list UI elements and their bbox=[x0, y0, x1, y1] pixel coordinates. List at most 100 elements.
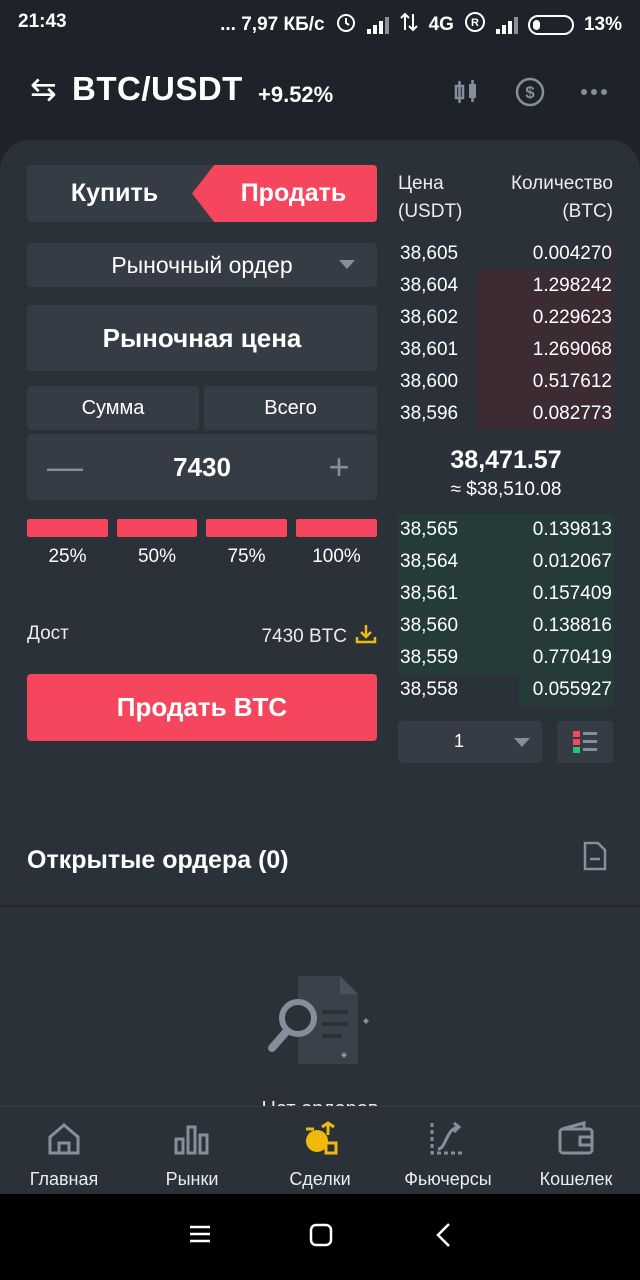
percent-label-25[interactable]: 25% bbox=[27, 546, 108, 568]
depth-value: 1 bbox=[454, 731, 465, 751]
bid-price: 38,560 bbox=[400, 615, 459, 636]
open-orders-title: Открытые ордера (0) bbox=[27, 846, 289, 874]
nav-wallet-label: Кошелек bbox=[539, 1169, 613, 1189]
header: ⇆ BTC/USDT +9.52% $ bbox=[0, 44, 640, 140]
percent-bar-50[interactable] bbox=[117, 519, 197, 537]
svg-text:$: $ bbox=[525, 83, 535, 102]
ask-row[interactable]: 38,605 0.004270 bbox=[398, 238, 614, 270]
pair-title[interactable]: BTC/USDT bbox=[72, 70, 243, 108]
candlestick-chart-icon[interactable] bbox=[446, 72, 486, 112]
markets-icon bbox=[174, 1125, 209, 1155]
percent-label-100[interactable]: 100% bbox=[296, 546, 377, 568]
ask-price: 38,600 bbox=[400, 371, 459, 392]
ask-price: 38,601 bbox=[400, 339, 459, 360]
last-price: 38,471.57 bbox=[450, 446, 562, 474]
ask-row[interactable]: 38,601 1.269068 bbox=[398, 334, 614, 366]
percent-bar-100[interactable] bbox=[296, 519, 377, 537]
back-icon[interactable] bbox=[434, 1222, 454, 1253]
network-speed: ... 7,97 КБ/с bbox=[220, 14, 325, 35]
bid-row[interactable]: 38,560 0.138816 bbox=[398, 610, 614, 642]
trades-icon bbox=[306, 1121, 338, 1155]
battery-icon bbox=[527, 15, 574, 35]
tab-sell[interactable]: Продать bbox=[192, 165, 377, 222]
home-button-icon[interactable] bbox=[308, 1222, 334, 1253]
bid-row[interactable]: 38,565 0.139813 bbox=[398, 514, 614, 546]
menu-icon[interactable] bbox=[188, 1222, 212, 1251]
qty-header: Количество (BTC) bbox=[511, 170, 613, 226]
ask-quantity: 1.269068 bbox=[532, 339, 612, 360]
percent-bar-75[interactable] bbox=[206, 519, 287, 537]
last-price-usd: ≈ $38,510.08 bbox=[450, 479, 562, 500]
order-history-icon[interactable] bbox=[582, 840, 608, 877]
bid-row[interactable]: 38,564 0.012067 bbox=[398, 546, 614, 578]
signal-icon bbox=[366, 16, 389, 34]
system-nav-bar bbox=[0, 1194, 640, 1280]
ask-quantity: 0.004270 bbox=[532, 243, 612, 264]
qty-header-unit: (BTC) bbox=[562, 201, 613, 222]
ask-row[interactable]: 38,602 0.229623 bbox=[398, 302, 614, 334]
ask-price: 38,602 bbox=[400, 307, 459, 328]
nav-trades[interactable]: Сделки bbox=[256, 1107, 384, 1195]
price-header-unit: (USDT) bbox=[398, 201, 463, 222]
home-icon bbox=[48, 1123, 80, 1155]
empty-search-icon bbox=[262, 970, 382, 1075]
order-type-select[interactable]: Рыночный ордер bbox=[27, 243, 377, 287]
nav-trades-label: Сделки bbox=[289, 1169, 351, 1189]
nav-wallet[interactable]: Кошелек bbox=[512, 1107, 640, 1195]
signal-icon-2 bbox=[495, 16, 518, 34]
bid-row[interactable]: 38,559 0.770419 bbox=[398, 642, 614, 674]
segment-amount[interactable]: Сумма bbox=[27, 386, 199, 430]
nav-futures[interactable]: Фьючерсы bbox=[384, 1107, 512, 1195]
plus-icon[interactable]: + bbox=[319, 446, 359, 488]
bid-quantity: 0.138816 bbox=[532, 615, 612, 636]
ask-price: 38,596 bbox=[400, 403, 459, 424]
more-icon[interactable] bbox=[574, 72, 614, 112]
ask-price: 38,604 bbox=[400, 275, 459, 296]
bottom-nav: Главная Рынки Сделки Фьючерсы Кошелек bbox=[0, 1106, 640, 1194]
depth-select[interactable]: 1 bbox=[398, 721, 542, 763]
nav-home[interactable]: Главная bbox=[0, 1107, 128, 1195]
bid-quantity: 0.770419 bbox=[532, 647, 612, 668]
percent-label-75[interactable]: 75% bbox=[206, 546, 287, 568]
registered-icon: R bbox=[464, 11, 486, 39]
bid-quantity: 0.139813 bbox=[532, 519, 612, 540]
status-bar: 21:43 ... 7,97 КБ/с 4G R 13% bbox=[0, 0, 640, 44]
chevron-down-icon bbox=[514, 738, 530, 747]
price-change: +9.52% bbox=[258, 82, 334, 107]
chevron-down-icon bbox=[339, 260, 355, 269]
bid-quantity: 0.157409 bbox=[532, 583, 612, 604]
dollar-icon[interactable]: $ bbox=[510, 72, 550, 112]
available-value: 7430 BTC bbox=[261, 626, 347, 647]
ask-row[interactable]: 38,604 1.298242 bbox=[398, 270, 614, 302]
trade-panel: Купить Продать Рыночный ордер Рыночная ц… bbox=[0, 140, 640, 1110]
ask-quantity: 1.298242 bbox=[532, 275, 612, 296]
bid-price: 38,564 bbox=[400, 551, 459, 572]
sell-button[interactable]: Продать BTC bbox=[27, 674, 377, 741]
market-price-label: Рыночная цена bbox=[102, 322, 302, 353]
amount-input[interactable]: 7430 bbox=[173, 452, 231, 483]
percent-bar-25[interactable] bbox=[27, 519, 108, 537]
ask-price: 38,605 bbox=[400, 243, 459, 264]
segment-total[interactable]: Всего bbox=[204, 386, 377, 430]
download-icon[interactable] bbox=[355, 623, 377, 651]
tab-buy[interactable]: Купить bbox=[27, 165, 202, 222]
ask-row[interactable]: 38,596 0.082773 bbox=[398, 398, 614, 430]
minus-icon[interactable]: — bbox=[45, 446, 85, 488]
swap-icon[interactable]: ⇆ bbox=[30, 70, 57, 108]
ask-row[interactable]: 38,600 0.517612 bbox=[398, 366, 614, 398]
book-layout-icon bbox=[573, 731, 597, 753]
side-tabs: Купить Продать bbox=[27, 165, 377, 222]
nav-home-label: Главная bbox=[29, 1169, 99, 1189]
wallet-icon bbox=[558, 1121, 594, 1155]
divider bbox=[0, 905, 640, 907]
bid-price: 38,561 bbox=[400, 583, 459, 604]
book-view-button[interactable] bbox=[557, 721, 613, 763]
alarm-icon bbox=[335, 11, 357, 39]
percent-label-50[interactable]: 50% bbox=[117, 546, 197, 568]
amount-stepper[interactable]: — 7430 + bbox=[27, 434, 377, 500]
nav-markets[interactable]: Рынки bbox=[128, 1107, 256, 1195]
bid-row[interactable]: 38,558 0.055927 bbox=[398, 674, 614, 706]
bid-row[interactable]: 38,561 0.157409 bbox=[398, 578, 614, 610]
ask-quantity: 0.229623 bbox=[532, 307, 612, 328]
nav-futures-label: Фьючерсы bbox=[404, 1169, 492, 1189]
